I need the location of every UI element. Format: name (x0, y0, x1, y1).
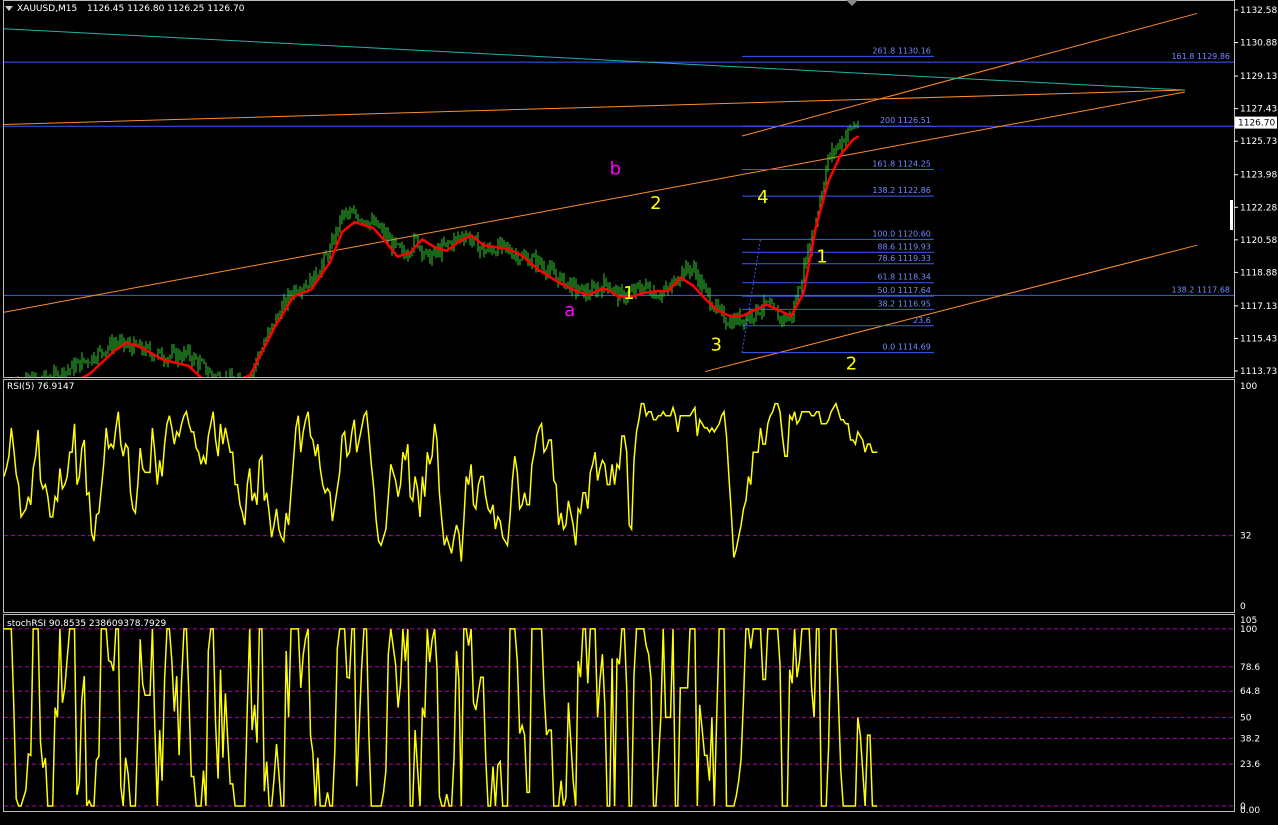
price-tick-label: 1132.58 (1240, 6, 1277, 16)
price-tick-label: 1115.43 (1240, 334, 1277, 344)
price-tick-label: 1125.73 (1240, 137, 1277, 147)
stochrsi-tick-label: 100 (1240, 625, 1257, 635)
price-tick-label: 1118.88 (1240, 268, 1277, 278)
rsi-tick-label: 0 (1240, 602, 1246, 612)
price-tick-label: 1130.88 (1240, 39, 1277, 49)
rsi-line (3, 401, 878, 562)
window-notch (846, 0, 858, 6)
price-tick-label: 1123.98 (1240, 171, 1277, 181)
fib-retracement-label: 38.2 1116.95 (877, 299, 930, 308)
price-tick-label: 1129.13 (1240, 72, 1277, 82)
wave-label: 2 (846, 354, 857, 375)
symbol-timeframe: XAUUSD,M15 (17, 4, 78, 14)
stochrsi-title: stochRSI 90.8535 238609378.7929 (7, 619, 167, 629)
current-price-label: 1126.70 (1238, 119, 1275, 129)
price-tick-label: 1113.73 (1240, 367, 1277, 377)
panel-frame (3, 614, 1235, 812)
trend-line (741, 12, 1198, 137)
fib-retracement-label: 161.8 1124.25 (872, 160, 931, 169)
ohlc-values: 1126.45 1126.80 1126.25 1126.70 (87, 4, 245, 14)
stochrsi-tick-label: 23.6 (1240, 760, 1260, 770)
fib-retracement-label: 138.2 1122.86 (872, 186, 931, 195)
fib-level-label: 138.2 1117.68 (1171, 285, 1230, 294)
stochrsi-tick-label: 78.6 (1240, 663, 1260, 673)
price-tick-label: 1122.28 (1240, 203, 1277, 213)
panel-frame (3, 379, 1235, 613)
stochrsi-tick-label: 50 (1240, 713, 1252, 723)
wave-label: 3 (710, 335, 721, 356)
stochrsi-tick-label: 38.2 (1240, 734, 1260, 744)
price-tick-label: 1120.58 (1240, 236, 1277, 246)
rsi-tick-label: 100 (1240, 382, 1257, 392)
stochrsi-tick-label: 0.00 (1240, 806, 1260, 816)
trend-line (4, 28, 1185, 91)
price-tick-label: 1127.43 (1240, 105, 1277, 115)
wave-label: b (610, 158, 621, 179)
fib-retracement-label: 61.8 1118.34 (877, 273, 930, 282)
fib-retracement-label: 50.0 1117.64 (877, 286, 930, 295)
wave-label: 1 (816, 246, 827, 267)
wave-label: 4 (757, 187, 768, 208)
wave-label: 2 (650, 193, 661, 214)
fib-retracement-label: 200 1126.51 (880, 116, 931, 125)
scroll-marker (1230, 200, 1233, 230)
rsi-title: RSI(5) 76.9147 (7, 382, 74, 392)
fib-retracement-label: 88.6 1119.93 (877, 242, 930, 251)
trend-line (4, 89, 1185, 126)
trend-line (4, 91, 1185, 313)
fib-retracement-label: 100.0 1120.60 (872, 229, 931, 238)
price-tick-label: 1117.13 (1240, 302, 1277, 312)
price-plot: 161.8 1129.86 138.2 1117.68 261.8 1130.16 2… (4, 12, 1234, 377)
wave-label: a (564, 300, 575, 321)
fib-retracement-label: 78.6 1119.33 (877, 254, 930, 263)
moving-average-line (81, 134, 860, 377)
chevron-down-icon[interactable] (5, 6, 13, 11)
fib-retracement-label: 261.8 1130.16 (872, 46, 931, 55)
stochrsi-tick-label: 64.8 (1240, 687, 1260, 697)
rsi-tick-label: 32 (1240, 532, 1251, 542)
fib-level-label: 161.8 1129.86 (1171, 52, 1230, 61)
fib-retracement-label: 0.0 1114.69 (883, 343, 931, 352)
wave-label: 1 (623, 283, 634, 304)
panel-frame (3, 0, 1235, 378)
fib-retracement-label: 23.6 (913, 316, 931, 325)
trading-chart[interactable]: 161.8 1129.86 138.2 1117.68 261.8 1130.16 2… (0, 0, 1278, 825)
